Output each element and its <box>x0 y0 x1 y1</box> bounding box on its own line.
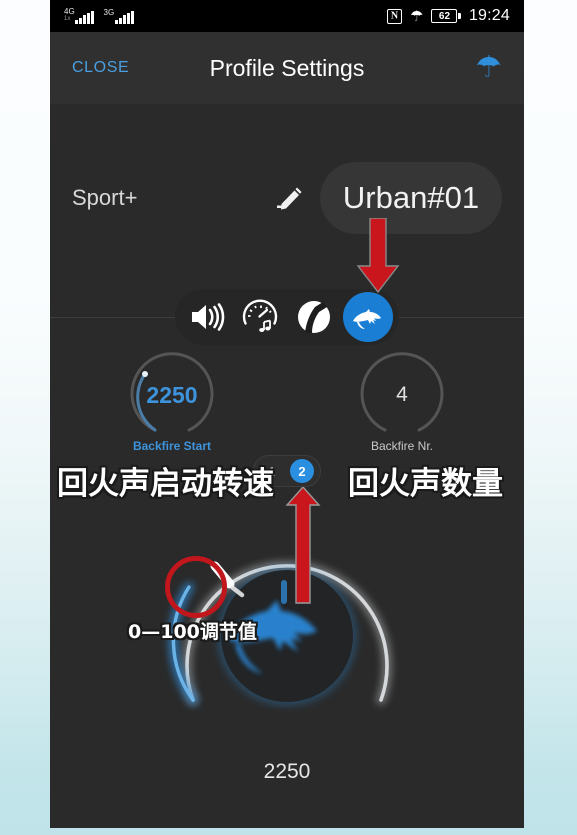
gauge-value-backfire-nr: 4 <box>396 383 408 406</box>
signal-indicator-3g: 3G <box>103 8 134 24</box>
gauge-label-backfire-nr: Backfire Nr. <box>370 439 433 453</box>
battery-indicator: 62 <box>431 9 461 23</box>
bluetooth-icon[interactable]: ☂ <box>475 53 502 83</box>
signal-bars-icon <box>75 11 94 24</box>
page-dot-2[interactable]: 2 <box>290 459 314 483</box>
status-bar-right: ☂ 62 19:24 <box>387 7 510 25</box>
network-type-label-primary: 4G <box>64 7 75 16</box>
pencil-edit-icon[interactable] <box>264 175 310 221</box>
gauge-ring-backfire-nr: 4 <box>359 352 445 438</box>
close-button[interactable]: CLOSE <box>72 59 129 77</box>
signal-indicator-4g: 4G 1x <box>64 8 94 24</box>
gauge-value-backfire-start: 2250 <box>146 381 198 408</box>
annotation-label-backfire-start: 回火声启动转速 <box>57 466 274 502</box>
profile-name-text: Urban#01 <box>342 180 480 215</box>
gauge-ring-backfire-start: 2250 <box>129 352 215 438</box>
gauge-label-backfire-start: Backfire Start <box>132 439 212 453</box>
gauge-backfire-nr[interactable]: 4 Backfire Nr. <box>322 352 482 453</box>
tab-rpm-sound[interactable] <box>235 292 285 342</box>
nfc-icon <box>387 8 402 24</box>
battery-level-text: 62 <box>431 9 458 23</box>
status-bar: 4G 1x 3G ☂ 62 19:24 <box>50 0 524 32</box>
signal-bars-icon-secondary <box>115 11 134 24</box>
profile-row: Sport+ Urban#01 <box>50 150 524 246</box>
tab-strip <box>175 289 399 345</box>
gauge-backfire-start[interactable]: 2250 Backfire Start <box>92 352 252 453</box>
annotation-label-adjust-range: 0—100调节值 <box>128 621 257 643</box>
battery-cap-icon <box>458 13 461 19</box>
phone-screen: 4G 1x 3G ☂ 62 19:24 <box>50 0 524 828</box>
profile-mode-label: Sport+ <box>72 185 138 210</box>
tab-volume[interactable] <box>181 292 231 342</box>
status-bar-clock: 19:24 <box>468 7 510 24</box>
annotation-label-backfire-count: 回火声数量 <box>348 466 503 502</box>
profile-name-field[interactable]: Urban#01 <box>320 162 502 234</box>
dial-bottom-value: 2250 <box>263 760 311 783</box>
signal-label-wrap-4g: 4G 1x <box>64 8 75 24</box>
app-header: CLOSE Profile Settings ☂ <box>50 32 524 104</box>
tab-panther[interactable] <box>343 292 393 342</box>
bluetooth-status-icon: ☂ <box>410 7 424 25</box>
status-bar-left: 4G 1x 3G <box>64 8 134 24</box>
gauges-row: 2250 Backfire Start 4 Backfire Nr. <box>50 352 524 454</box>
network-type-label-secondary: 3G <box>103 8 115 17</box>
network-type-sublabel-primary: 1x <box>64 16 71 22</box>
tab-road[interactable] <box>289 292 339 342</box>
